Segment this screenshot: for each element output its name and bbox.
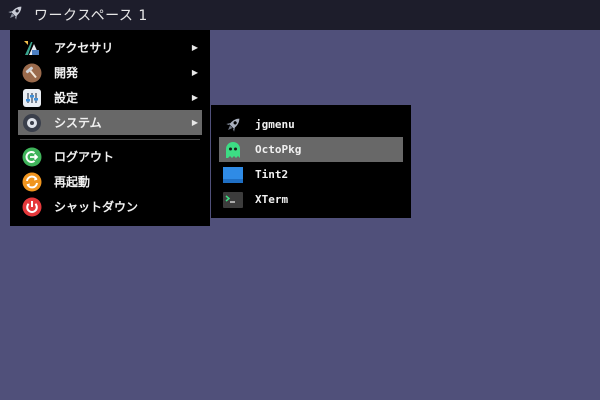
- submenu-item-label: Tint2: [255, 168, 289, 181]
- menu-item-label: 再起動: [54, 175, 91, 189]
- menu-item-label: システム: [54, 116, 102, 130]
- desktop[interactable]: ワークスペース 1 アクセサリ ▶ 開発 ▶ 設定 ▶ システム ▶ ログアウト…: [0, 0, 600, 400]
- logout-icon: [22, 147, 42, 167]
- menu-item-label: 開発: [54, 66, 79, 80]
- menu-item-shutdown[interactable]: シャットダウン: [18, 194, 202, 219]
- submenu-arrow-icon: ▶: [191, 118, 198, 127]
- menu-launcher-button[interactable]: [0, 0, 30, 30]
- menu-item-reboot[interactable]: 再起動: [18, 169, 202, 194]
- menu-item-label: 設定: [54, 91, 79, 105]
- menu-item-system[interactable]: システム ▶: [18, 110, 202, 135]
- terminal-icon: [223, 190, 243, 210]
- menu-item-label: アクセサリ: [54, 41, 114, 55]
- development-icon: [22, 63, 42, 83]
- main-menu: アクセサリ ▶ 開発 ▶ 設定 ▶ システム ▶ ログアウト 再起動 シャットダ…: [10, 30, 210, 226]
- submenu-item-label: jgmenu: [255, 118, 295, 131]
- menu-item-label: シャットダウン: [54, 200, 139, 214]
- submenu-arrow-icon: ▶: [191, 43, 198, 52]
- octopkg-icon: [223, 140, 243, 160]
- submenu-item-label: OctoPkg: [255, 143, 302, 156]
- submenu-item-xterm[interactable]: XTerm: [219, 187, 403, 212]
- menu-separator: [20, 139, 200, 140]
- submenu-arrow-icon: ▶: [191, 93, 198, 102]
- tint2-icon: [223, 165, 243, 185]
- submenu-arrow-icon: ▶: [191, 68, 198, 77]
- top-panel: ワークスペース 1: [0, 0, 600, 30]
- shutdown-icon: [22, 197, 42, 217]
- settings-icon: [22, 88, 42, 108]
- rocket-icon: [223, 115, 243, 135]
- system-icon: [22, 113, 42, 133]
- menu-item-settings[interactable]: 設定 ▶: [18, 85, 202, 110]
- rocket-icon: [5, 3, 25, 27]
- menu-item-label: ログアウト: [54, 150, 115, 164]
- workspace-label: ワークスペース 1: [34, 8, 148, 24]
- submenu-item-label: XTerm: [255, 193, 289, 206]
- submenu-item-tint2[interactable]: Tint2: [219, 162, 403, 187]
- accessories-icon: [22, 38, 42, 58]
- submenu-item-jgmenu[interactable]: jgmenu: [219, 112, 403, 137]
- menu-item-development[interactable]: 開発 ▶: [18, 60, 202, 85]
- reboot-icon: [22, 172, 42, 192]
- submenu-item-octopkg[interactable]: OctoPkg: [219, 137, 403, 162]
- menu-item-logout[interactable]: ログアウト: [18, 144, 202, 169]
- menu-item-accessories[interactable]: アクセサリ ▶: [18, 35, 202, 60]
- system-submenu: jgmenu OctoPkg Tint2 XTerm: [211, 105, 411, 218]
